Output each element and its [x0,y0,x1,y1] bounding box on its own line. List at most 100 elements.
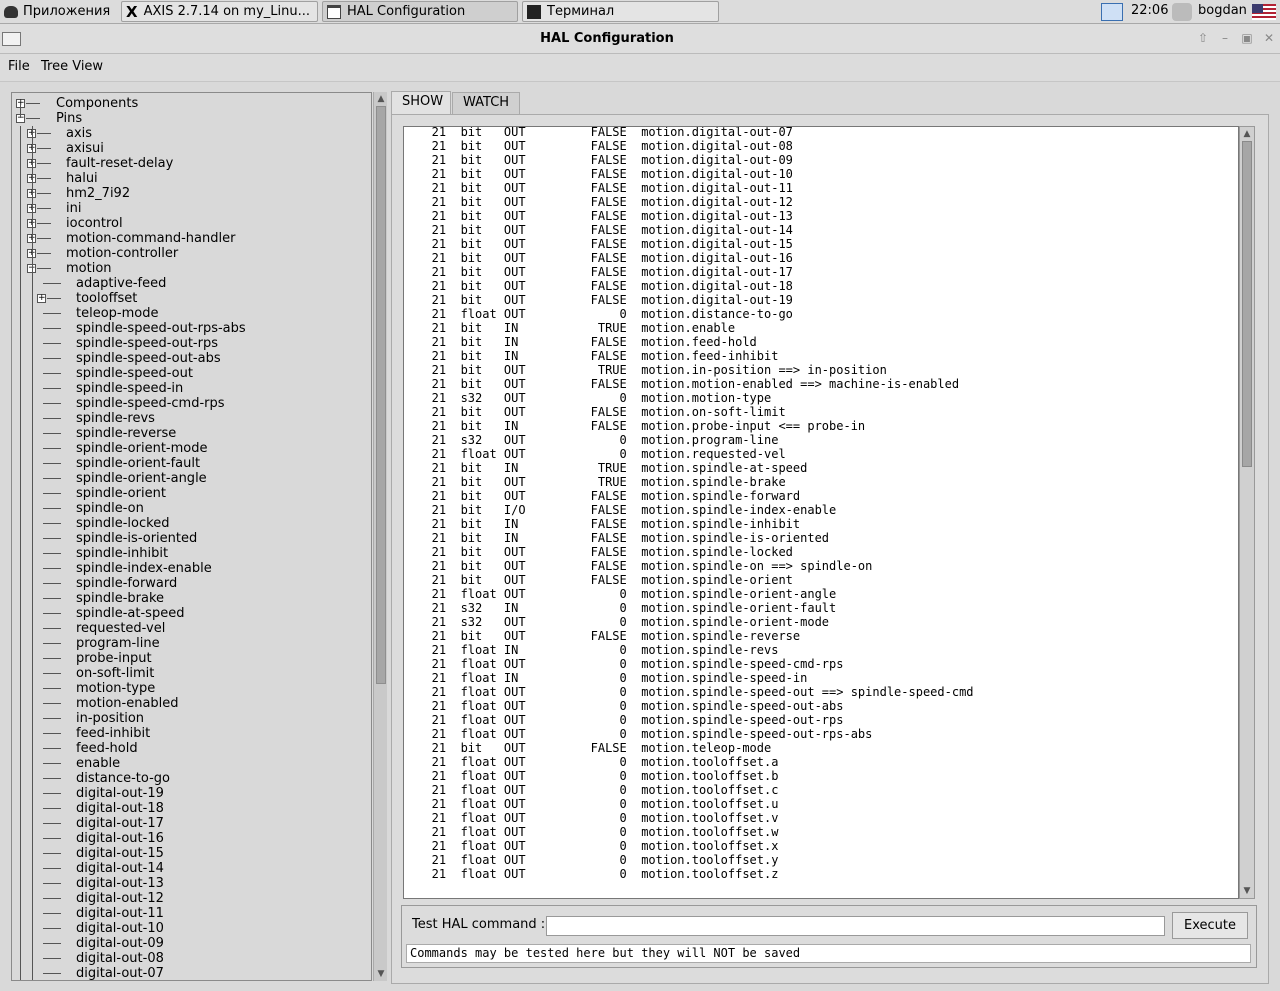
tree-item-axisui[interactable]: axisui [66,141,104,156]
tree-item-on-soft-limit[interactable]: on-soft-limit [76,666,154,681]
tree-item-spindle-orient-fault[interactable]: spindle-orient-fault [76,456,200,471]
tree-item-digital-out-14[interactable]: digital-out-14 [76,861,164,876]
scroll-up-arrow-icon[interactable]: ▲ [1241,128,1253,140]
tree-item-hm2_7i92[interactable]: hm2_7i92 [66,186,130,201]
tab-watch[interactable]: WATCH [452,92,520,114]
tree-connector [43,853,61,854]
clock[interactable]: 22:06 [1131,3,1168,18]
tree-item-spindle-orient-mode[interactable]: spindle-orient-mode [76,441,207,456]
task-terminal[interactable]: Терминал [522,1,719,22]
tree-item-spindle-speed-in[interactable]: spindle-speed-in [76,381,183,396]
scroll-up-arrow-icon[interactable]: ▲ [375,93,387,105]
tree-item-motion[interactable]: motion [66,261,112,276]
tree-item-spindle-orient-angle[interactable]: spindle-orient-angle [76,471,207,486]
tree-item-enable[interactable]: enable [76,756,120,771]
maximize-icon[interactable]: ▣ [1238,29,1256,47]
minimize-icon[interactable]: – [1216,29,1234,47]
tree-item-tooloffset[interactable]: tooloffset [76,291,137,306]
tree-item-ini[interactable]: ini [66,201,81,216]
tree-item-program-line[interactable]: program-line [76,636,160,651]
tree-item-digital-out-10[interactable]: digital-out-10 [76,921,164,936]
execute-button[interactable]: Execute [1172,912,1248,939]
tree-item-spindle-revs[interactable]: spindle-revs [76,411,155,426]
tree-connector [43,313,61,314]
tree-item-digital-out-11[interactable]: digital-out-11 [76,906,164,921]
tree-item-components[interactable]: Components [56,96,138,111]
tree-item-fault-reset-delay[interactable]: fault-reset-delay [66,156,173,171]
tree-item-feed-inhibit[interactable]: feed-inhibit [76,726,150,741]
pin-row: 21 s32 OUT 0 motion.program-line [410,433,779,447]
tree-scrollbar[interactable]: ▲ ▼ [373,92,387,981]
tree-item-spindle-speed-out[interactable]: spindle-speed-out [76,366,193,381]
tree-item-digital-out-08[interactable]: digital-out-08 [76,951,164,966]
tree-item-digital-out-16[interactable]: digital-out-16 [76,831,164,846]
tree-item-feed-hold[interactable]: feed-hold [76,741,138,756]
task-hal-configuration[interactable]: HAL Configuration [322,1,518,22]
tree-item-spindle-forward[interactable]: spindle-forward [76,576,177,591]
tree-item-digital-out-19[interactable]: digital-out-19 [76,786,164,801]
tray-window-icon[interactable] [1101,3,1123,21]
tree-item-spindle-inhibit[interactable]: spindle-inhibit [76,546,168,561]
tree-item-spindle-on[interactable]: spindle-on [76,501,144,516]
tree-item-halui[interactable]: halui [66,171,98,186]
tree-item-probe-input[interactable]: probe-input [76,651,152,666]
tree-item-spindle-speed-out-rps-abs[interactable]: spindle-speed-out-rps-abs [76,321,246,336]
tree-item-digital-out-12[interactable]: digital-out-12 [76,891,164,906]
show-output[interactable]: 21 bit OUT FALSE motion.digital-out-07 2… [403,126,1239,899]
tree-item-digital-out-09[interactable]: digital-out-09 [76,936,164,951]
tree-item-teleop-mode[interactable]: teleop-mode [76,306,158,321]
close-icon[interactable]: ✕ [1260,29,1278,47]
expand-icon[interactable]: + [37,294,46,303]
shade-icon[interactable]: ⇧ [1194,29,1212,47]
tree-item-motion-enabled[interactable]: motion-enabled [76,696,179,711]
pin-row: 21 bit IN FALSE motion.probe-input <== p… [410,419,866,433]
tree-item-spindle-speed-out-abs[interactable]: spindle-speed-out-abs [76,351,221,366]
scroll-down-arrow-icon[interactable]: ▼ [1241,885,1253,897]
tree-item-spindle-is-oriented[interactable]: spindle-is-oriented [76,531,197,546]
network-icon[interactable] [1172,3,1192,21]
us-flag-icon[interactable] [1252,4,1276,20]
pin-row: 21 bit OUT FALSE motion.spindle-forward [410,489,801,503]
output-scroll-thumb[interactable] [1242,141,1252,467]
tree-item-spindle-brake[interactable]: spindle-brake [76,591,164,606]
tree-item-axis[interactable]: axis [66,126,92,141]
scroll-down-arrow-icon[interactable]: ▼ [375,968,387,980]
tree-item-spindle-orient[interactable]: spindle-orient [76,486,166,501]
task-axis[interactable]: X AXIS 2.7.14 on my_Linu... [121,1,318,22]
applications-menu[interactable]: Приложения [0,1,118,22]
tree-item-digital-out-13[interactable]: digital-out-13 [76,876,164,891]
tree-item-digital-out-17[interactable]: digital-out-17 [76,816,164,831]
username[interactable]: bogdan [1198,3,1247,18]
tree-connector [43,433,61,434]
tree-item-iocontrol[interactable]: iocontrol [66,216,123,231]
tree-connector [43,658,61,659]
tree-connector [43,763,61,764]
tree-item-digital-out-18[interactable]: digital-out-18 [76,801,164,816]
tree-scroll-thumb[interactable] [376,106,386,684]
tree-item-spindle-index-enable[interactable]: spindle-index-enable [76,561,212,576]
menu-tree-view[interactable]: Tree View [41,59,103,74]
tree-item-digital-out-15[interactable]: digital-out-15 [76,846,164,861]
command-input[interactable] [546,916,1165,936]
pin-row: 21 float OUT 0 motion.spindle-speed-out-… [410,727,873,741]
tree-connector [26,118,40,119]
pin-tree[interactable]: +Components−Pins+axis+axisui+fault-reset… [11,92,372,981]
tree-item-adaptive-feed[interactable]: adaptive-feed [76,276,166,291]
tree-item-in-position[interactable]: in-position [76,711,144,726]
tree-item-motion-controller[interactable]: motion-controller [66,246,178,261]
tab-show[interactable]: SHOW [391,91,451,114]
output-scrollbar[interactable]: ▲ ▼ [1239,126,1255,899]
menu-file[interactable]: File [8,59,30,74]
tree-item-digital-out-07[interactable]: digital-out-07 [76,966,164,980]
tree-connector [37,193,51,194]
tree-item-pins[interactable]: Pins [56,111,82,126]
tree-item-spindle-speed-out-rps[interactable]: spindle-speed-out-rps [76,336,218,351]
tree-item-spindle-speed-cmd-rps[interactable]: spindle-speed-cmd-rps [76,396,225,411]
tree-item-spindle-reverse[interactable]: spindle-reverse [76,426,176,441]
tree-item-distance-to-go[interactable]: distance-to-go [76,771,170,786]
tree-item-spindle-at-speed[interactable]: spindle-at-speed [76,606,184,621]
tree-item-requested-vel[interactable]: requested-vel [76,621,165,636]
tree-item-motion-command-handler[interactable]: motion-command-handler [66,231,235,246]
tree-item-spindle-locked[interactable]: spindle-locked [76,516,169,531]
tree-item-motion-type[interactable]: motion-type [76,681,155,696]
